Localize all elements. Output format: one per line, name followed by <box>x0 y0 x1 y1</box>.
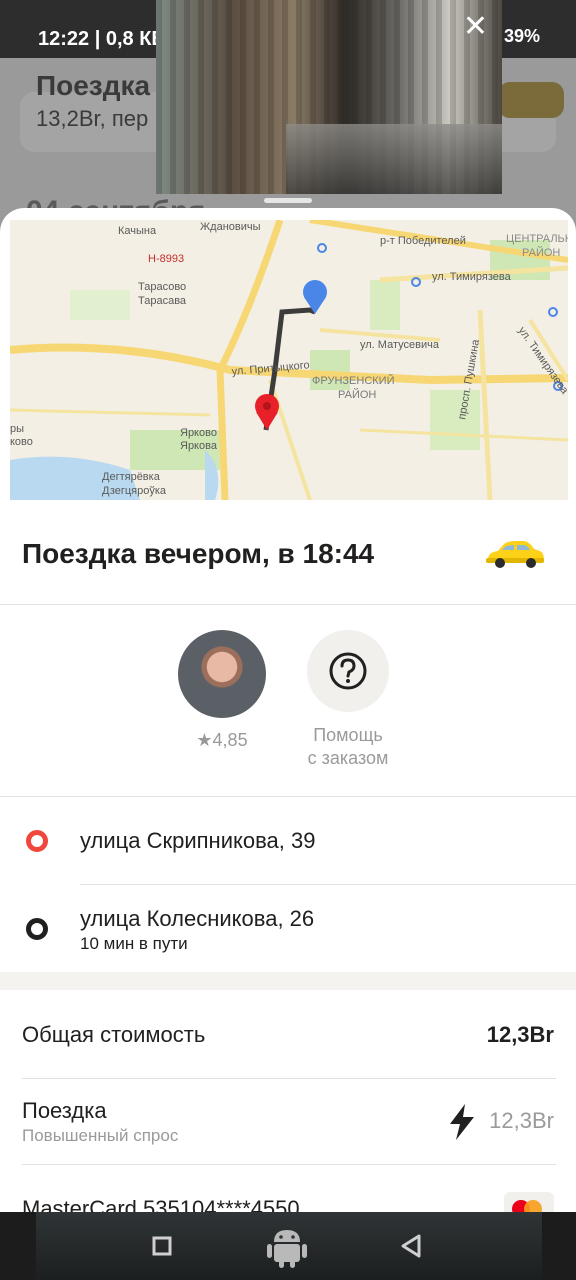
question-icon <box>329 652 367 690</box>
origin-pin-icon <box>255 394 279 430</box>
divider <box>22 1078 556 1079</box>
square-icon <box>152 1236 172 1256</box>
trip-title: Поездка вечером, в 18:44 <box>22 538 375 569</box>
android-icon <box>267 1230 307 1268</box>
home-button[interactable] <box>266 1224 308 1273</box>
navigation-bar-inner <box>36 1212 542 1280</box>
route-point-to[interactable]: улица Колесникова, 26 10 мин в пути <box>0 898 576 968</box>
divider <box>80 884 576 885</box>
help-button[interactable] <box>307 630 389 712</box>
svg-text:Ждановичы: Ждановичы <box>200 221 261 233</box>
svg-text:Н-8993: Н-8993 <box>148 253 184 265</box>
svg-text:ЦЕНТРАЛЬН: ЦЕНТРАЛЬН <box>506 233 568 245</box>
battery-level: 39% <box>503 26 540 46</box>
svg-text:Яркова: Яркова <box>180 440 218 452</box>
total-cost-value: 12,3Br <box>486 1022 554 1047</box>
map-canvas: Качына Ждановичы Н-8993 Тарасово Тарасав… <box>10 220 568 500</box>
background-subtitle: 13,2Br, пер <box>36 106 149 131</box>
svg-text:ры: ры <box>10 423 24 435</box>
svg-text:Дзегцяроўка: Дзегцяроўка <box>102 485 167 497</box>
svg-text:р-т Победителей: р-т Победителей <box>380 235 466 247</box>
svg-text:ул. Матусевича: ул. Матусевича <box>360 339 440 351</box>
ride-cost-value: 12,3Br <box>489 1108 554 1133</box>
pip-close-icon[interactable]: ✕ <box>463 12 488 42</box>
recent-apps-button[interactable] <box>152 1236 172 1261</box>
svg-text:ул. Тимирязева: ул. Тимирязева <box>432 271 512 283</box>
driver-rating: ★4,85 <box>196 730 248 750</box>
origin-address: улица Скрипникова, 39 <box>80 828 316 853</box>
svg-text:Дегтярёвка: Дегтярёвка <box>102 471 161 483</box>
navigation-bar <box>0 1212 576 1280</box>
trip-details-sheet: Качына Ждановичы Н-8993 Тарасово Тарасав… <box>0 208 576 1212</box>
surge-label: Повышенный спрос <box>22 1126 179 1145</box>
trip-duration: 10 мин в пути <box>80 934 188 953</box>
svg-text:Тарасово: Тарасово <box>138 281 186 293</box>
back-triangle-icon <box>401 1234 421 1258</box>
mastercard-icon <box>504 1192 554 1212</box>
payment-method-label[interactable]: MasterCard 535104****4550 <box>22 1196 300 1212</box>
pip-video-floor <box>286 124 502 194</box>
destination-dot-icon <box>26 918 48 940</box>
svg-text:Ярково: Ярково <box>180 427 217 439</box>
route-point-from[interactable]: улица Скрипникова, 39 <box>0 818 576 884</box>
sheet-drag-handle[interactable] <box>264 198 312 203</box>
svg-text:РАЙОН: РАЙОН <box>522 246 560 259</box>
help-label: Помощь с заказом <box>307 725 389 768</box>
divider <box>22 1164 556 1165</box>
svg-text:ФРУНЗЕНСКИЙ: ФРУНЗЕНСКИЙ <box>312 374 394 387</box>
taxi-car-icon <box>484 538 546 575</box>
driver-avatar[interactable] <box>178 630 266 718</box>
destination-address: улица Колесникова, 26 <box>80 906 315 931</box>
svg-text:Качына: Качына <box>118 225 157 237</box>
section-separator <box>0 972 576 990</box>
background-title: Поездка <box>36 70 151 101</box>
origin-dot-icon <box>26 830 48 852</box>
background-car-icon <box>498 82 564 118</box>
pip-video[interactable]: ✕ <box>156 0 502 194</box>
svg-text:Тарасава: Тарасава <box>138 295 187 307</box>
divider <box>0 604 576 605</box>
total-cost-label: Общая стоимость <box>22 1022 206 1047</box>
svg-text:ково: ково <box>10 436 33 448</box>
back-button[interactable] <box>400 1234 422 1263</box>
svg-text:РАЙОН: РАЙОН <box>338 388 376 401</box>
divider <box>0 796 576 797</box>
ride-label: Поездка <box>22 1098 107 1123</box>
surge-bolt-icon <box>448 1104 476 1145</box>
route-map[interactable]: Качына Ждановичы Н-8993 Тарасово Тарасав… <box>10 220 568 500</box>
